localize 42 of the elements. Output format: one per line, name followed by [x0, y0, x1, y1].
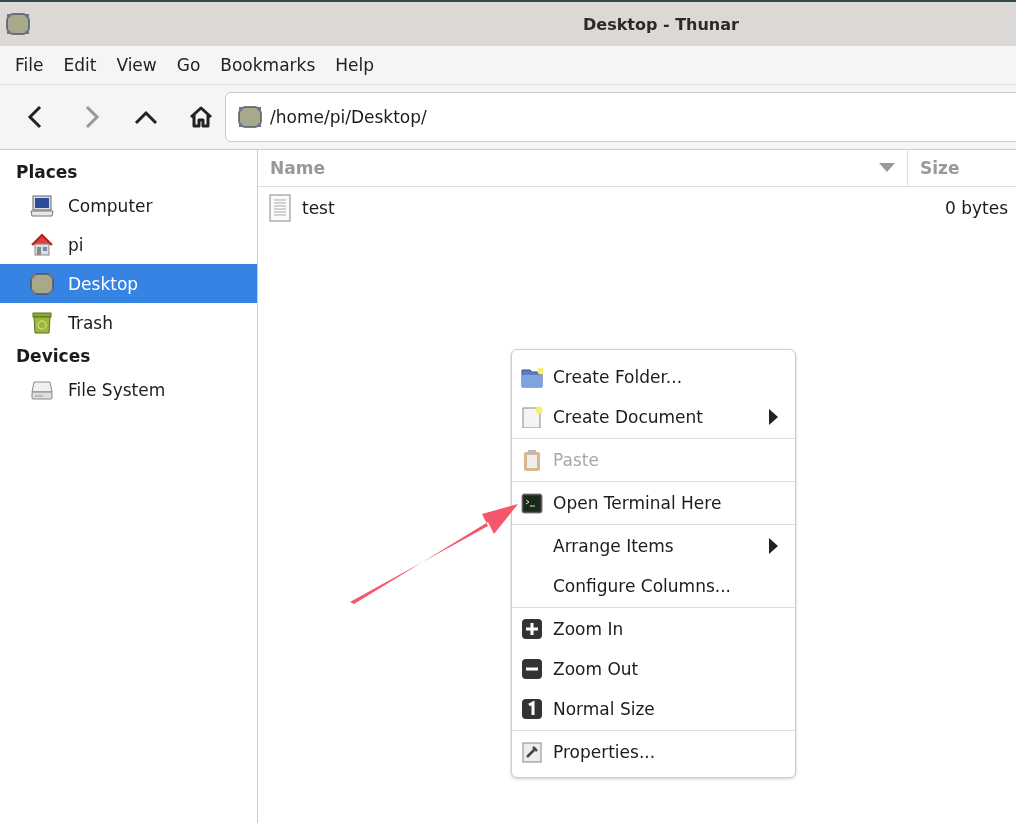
sidebar-item[interactable]: Trash [0, 303, 257, 342]
context-menu-item[interactable]: Configure Columns... [512, 566, 795, 606]
context-menu-item[interactable]: Arrange Items [512, 526, 795, 566]
menu-item[interactable]: Help [325, 55, 385, 75]
house-icon [30, 232, 54, 257]
menu-item[interactable]: Edit [53, 55, 107, 75]
file-name[interactable]: test [302, 198, 335, 218]
file-size: 0 bytes [944, 198, 1008, 218]
context-menu-item[interactable]: Open Terminal Here [512, 483, 795, 523]
context-menu-item[interactable]: Properties... [512, 732, 795, 772]
wrench-icon [521, 741, 543, 763]
terminal-icon [521, 492, 543, 514]
menu-item[interactable]: View [106, 55, 167, 75]
text-file-icon [268, 194, 292, 222]
context-menu-item[interactable]: Create Document [512, 397, 795, 437]
menu-item[interactable]: File [5, 55, 54, 75]
context-menu-item[interactable]: Zoom In [512, 609, 795, 649]
context-menu-item[interactable]: Create Folder... [512, 357, 795, 397]
context-menu-item[interactable]: Normal Size [512, 689, 795, 729]
section-heading: Devices [15, 345, 92, 368]
sidebar-item[interactable]: Desktop [0, 264, 257, 303]
document-icon [521, 406, 543, 428]
clipboard-icon [521, 449, 543, 471]
menu-item[interactable]: Go [166, 55, 211, 75]
home-icon [189, 105, 213, 129]
desktop-icon [238, 105, 262, 129]
window-title: Desktop - Thunar [583, 14, 739, 34]
context-menu-item[interactable]: Zoom Out [512, 649, 795, 689]
desktop-icon [30, 271, 54, 296]
sidebar-item[interactable]: Computer [0, 186, 257, 225]
sidebar-item[interactable]: pi [0, 225, 257, 264]
minus-icon [521, 658, 543, 680]
desktop-icon [6, 12, 30, 36]
one-icon [521, 698, 543, 720]
location-field[interactable]: /home/pi/Desktop/ [225, 92, 1016, 142]
plus-icon [521, 618, 543, 640]
trash-icon [30, 310, 54, 335]
section-heading: Places [15, 161, 79, 184]
folder-icon [521, 366, 543, 388]
computer-icon [30, 193, 54, 218]
menu-item[interactable]: Bookmarks [210, 55, 326, 75]
sidebar-item[interactable]: File System [0, 370, 257, 409]
